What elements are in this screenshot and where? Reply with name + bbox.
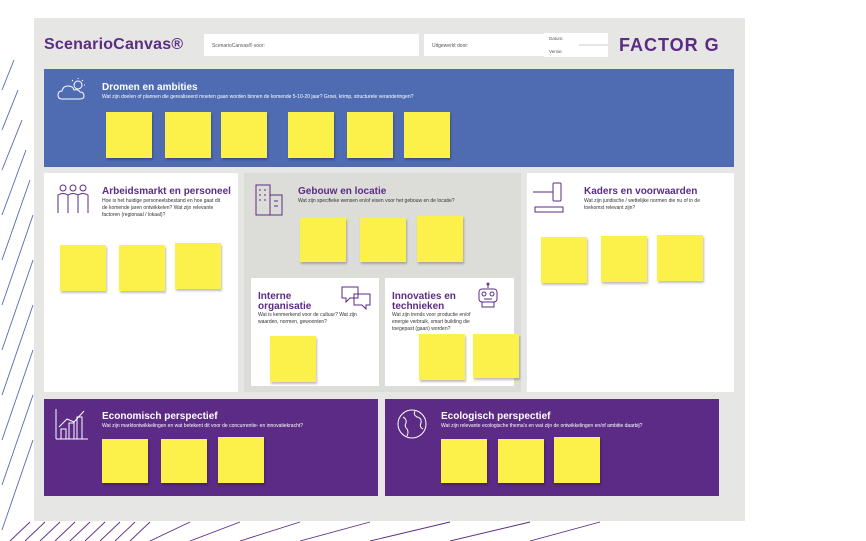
brand-title: ScenarioCanvas® (44, 36, 184, 53)
panel-description: Wat zijn relevante ecologische thema's e… (441, 423, 643, 429)
sticky-note[interactable] (417, 216, 463, 262)
panel-title: Interne organisatie (258, 291, 312, 312)
panel-ecologisch-perspectief: Ecologisch perspectief Wat zijn relevant… (385, 399, 719, 496)
sticky-note[interactable] (119, 245, 165, 291)
sticky-note[interactable] (60, 245, 106, 291)
sticky-note[interactable] (657, 235, 703, 281)
version-field[interactable]: Versie: (544, 46, 608, 57)
panel-economisch-perspectief: Economisch perspectief Wat zijn marktont… (44, 399, 378, 496)
panel-kaders-en-voorwaarden: Kaders en voorwaarden Wat zijn juridisch… (527, 173, 734, 392)
building-icon (255, 184, 283, 216)
sticky-note[interactable] (473, 334, 519, 378)
sticky-note[interactable] (541, 237, 587, 283)
cloud-sun-icon (57, 78, 85, 100)
sticky-note[interactable] (441, 439, 487, 483)
panel-title: Dromen en ambities (102, 82, 198, 93)
sticky-note[interactable] (288, 112, 334, 158)
panel-innovaties-en-technieken: Innovaties en technieken Wat zijn trends… (385, 278, 519, 386)
sticky-note[interactable] (300, 218, 346, 262)
panel-description: Hoe is het huidige personeelsbestand en … (102, 198, 221, 218)
scenario-for-field[interactable]: ScenarioCanvas® voor: (204, 34, 419, 56)
sticky-note[interactable] (347, 112, 393, 158)
panel-description: Wat zijn juridische / wettelijke normen … (584, 198, 700, 211)
panel-title: Gebouw en locatie (298, 186, 387, 197)
date-label: Datum: (549, 36, 564, 41)
factor-g-logo: FACTOR G (619, 35, 720, 55)
panel-title: Kaders en voorwaarden (584, 186, 698, 197)
panel-arbeidsmarkt-en-personeel: Arbeidsmarkt en personeel Hoe is het hui… (44, 173, 238, 392)
sticky-note[interactable] (419, 334, 465, 380)
panel-interne-organisatie: Interne organisatie Wat is kenmerkend vo… (251, 278, 379, 386)
panel-title: Innovaties en technieken (392, 291, 456, 312)
date-field[interactable]: Datum: (544, 33, 608, 44)
sticky-note[interactable] (360, 218, 406, 262)
chat-bubbles-icon (341, 286, 371, 310)
panel-title: Economisch perspectief (102, 411, 218, 422)
sticky-note[interactable] (404, 112, 450, 158)
panel-description: Wat zijn doelen of plannen die gerealise… (102, 94, 414, 100)
sticky-note[interactable] (601, 236, 647, 282)
robot-icon (478, 282, 498, 308)
sticky-note[interactable] (106, 112, 152, 158)
sticky-note[interactable] (221, 112, 267, 158)
sticky-note[interactable] (554, 437, 600, 483)
panel-title: Arbeidsmarkt en personeel (102, 186, 231, 197)
people-icon (57, 184, 89, 213)
panel-description: Wat zijn marktontwikkelingen en wat bete… (102, 423, 304, 429)
panel-description: Wat zijn specifieke wensen en/of eisen v… (298, 198, 455, 204)
chart-growth-icon (55, 409, 88, 440)
globe-icon (397, 409, 427, 439)
sticky-note[interactable] (270, 336, 316, 382)
scenario-for-label: ScenarioCanvas® voor: (212, 43, 265, 49)
header: ScenarioCanvas® ScenarioCanvas® voor: Ui… (44, 30, 734, 62)
panel-description: Wat is kenmerkend voor de cultuur? Wat z… (258, 312, 357, 325)
sticky-note[interactable] (102, 439, 148, 483)
sticky-note[interactable] (498, 439, 544, 483)
sticky-note[interactable] (165, 112, 211, 158)
sticky-note[interactable] (218, 437, 264, 483)
gavel-icon (533, 182, 564, 213)
sticky-note[interactable] (161, 439, 207, 483)
sticky-note[interactable] (175, 243, 221, 289)
worked-out-by-label: Uitgewerkt door: (432, 43, 469, 49)
panel-title: Ecologisch perspectief (441, 411, 551, 422)
version-label: Versie: (549, 49, 563, 54)
panel-description: Wat zijn trends voor productie en/of ene… (392, 312, 471, 332)
panel-dromen-en-ambities: Dromen en ambities Wat zijn doelen of pl… (44, 69, 734, 167)
